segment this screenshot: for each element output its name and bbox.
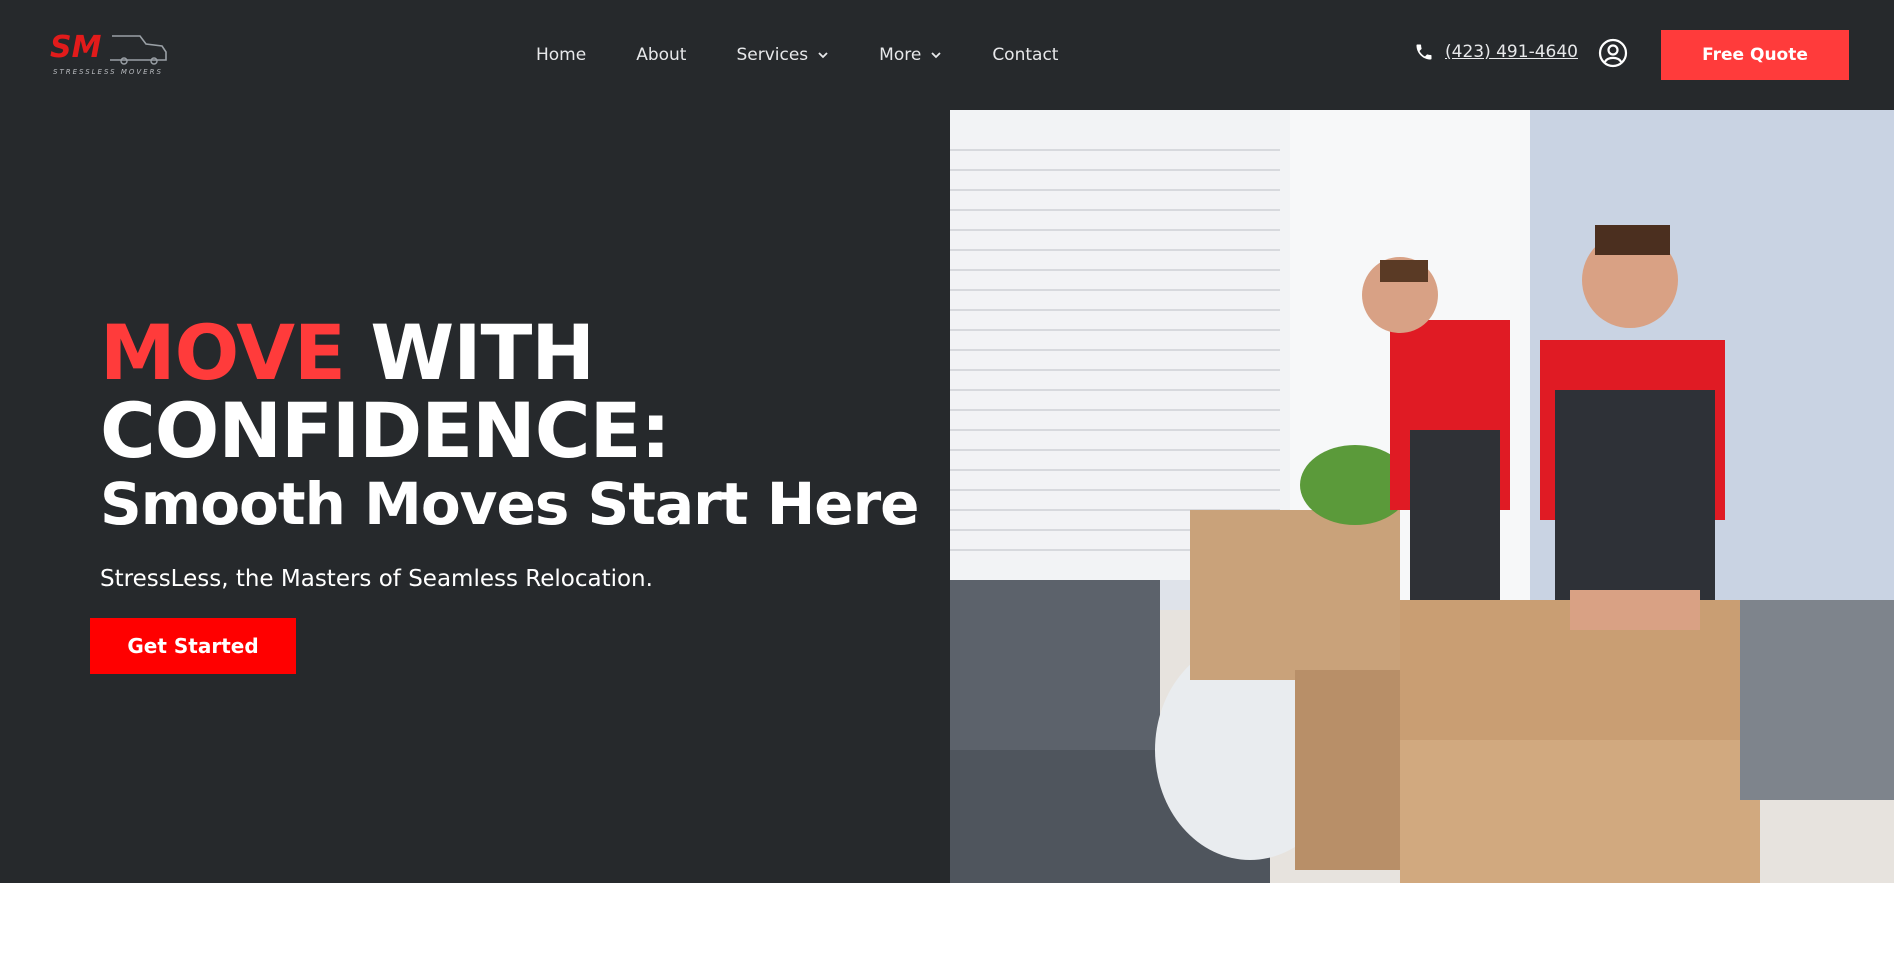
hero-photo	[950, 110, 1894, 883]
hero-tagline: StressLess, the Masters of Seamless Relo…	[100, 566, 653, 592]
nav-home[interactable]: Home	[536, 45, 586, 65]
truck-logo-icon: SM	[50, 30, 167, 65]
chevron-down-icon	[931, 52, 941, 59]
phone-link[interactable]: (423) 491-4640	[1445, 42, 1578, 62]
nav-more[interactable]: More	[879, 45, 942, 65]
nav-more-label: More	[879, 45, 922, 65]
nav-about[interactable]: About	[636, 45, 686, 65]
nav-contact[interactable]: Contact	[992, 45, 1058, 65]
get-started-button[interactable]: Get Started	[90, 618, 296, 674]
brand-logo[interactable]: SM STRESSLESS MOVERS	[50, 30, 170, 80]
movers-photo-image	[950, 110, 1894, 883]
chevron-down-icon	[818, 52, 828, 59]
nav-services[interactable]: Services	[736, 45, 829, 65]
header-phone: (423) 491-4640	[1414, 42, 1578, 62]
phone-icon	[1416, 44, 1432, 60]
hero-subheadline: Smooth Moves Start Here	[100, 470, 920, 538]
user-circle-icon[interactable]	[1598, 38, 1628, 68]
hero-section: MOVE WITH CONFIDENCE: Smooth Moves Start…	[0, 110, 950, 883]
headline-line2: CONFIDENCE:	[100, 386, 671, 475]
logo-tagline: STRESSLESS MOVERS	[53, 68, 163, 76]
headline-accent: MOVE	[100, 308, 346, 397]
logo-s: SM	[50, 30, 102, 65]
hero-headline: MOVE WITH CONFIDENCE:	[100, 314, 671, 470]
headline-rest: WITH	[344, 308, 595, 397]
nav-contact-label: Contact	[992, 45, 1059, 65]
main-nav: Home About Services More Contact	[536, 0, 1108, 110]
site-header: SM STRESSLESS MOVERS Home About Services…	[0, 0, 1894, 110]
free-quote-button[interactable]: Free Quote	[1661, 30, 1849, 80]
nav-services-label: Services	[736, 45, 809, 65]
nav-about-label: About	[636, 45, 687, 65]
below-fold	[0, 883, 1894, 967]
nav-home-label: Home	[536, 45, 587, 65]
